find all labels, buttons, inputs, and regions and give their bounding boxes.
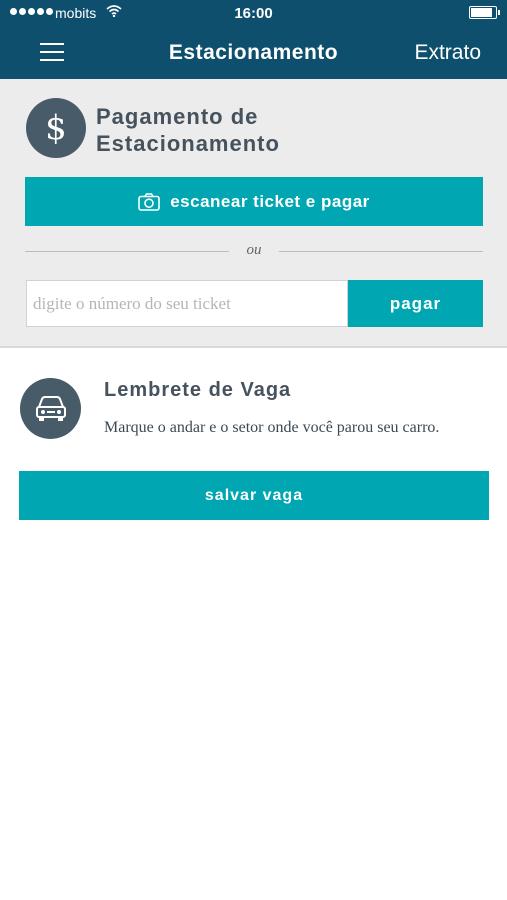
car-icon [20,378,81,439]
status-bar: mobits 16:00 [0,0,507,26]
top-bar: mobits 16:00 Estacionamento Extrato [0,0,507,79]
status-time: 16:00 [234,5,273,22]
dollar-icon: $ [26,98,86,158]
save-spot-button[interactable]: salvar vaga [19,471,489,520]
pay-button-label: pagar [389,293,442,313]
extrato-button[interactable]: Extrato [414,41,481,65]
payment-title: Pagamento de Estacionamento [96,104,280,156]
app-screen: mobits 16:00 Estacionamento Extrato $ Pa… [0,0,507,900]
scan-ticket-button[interactable]: escanear ticket e pagar [25,177,483,226]
pay-button[interactable]: pagar [348,280,483,327]
payment-section: $ Pagamento de Estacionamento escanear t… [0,79,507,348]
camera-icon [138,192,161,211]
ticket-number-input[interactable] [26,280,348,327]
divider-line-right [279,251,483,252]
reminder-title: Lembrete de Vaga [104,379,292,401]
scan-button-label: escanear ticket e pagar [170,191,370,211]
battery-icon [469,6,500,19]
or-divider: ou [25,242,483,262]
save-button-label: salvar vaga [204,486,304,504]
reminder-description: Marque o andar e o setor onde você parou… [104,419,440,436]
